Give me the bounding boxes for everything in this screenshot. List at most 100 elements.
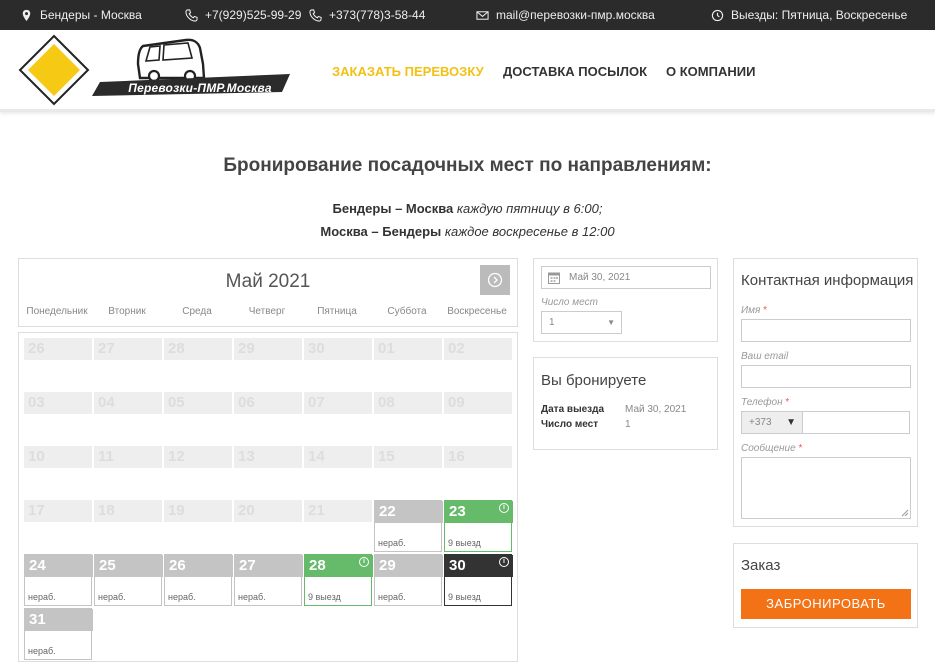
calendar-day[interactable]: 27 нераб. bbox=[234, 554, 303, 606]
email-text: mail@перевозки-пмр.москва bbox=[496, 8, 655, 22]
email-link[interactable]: mail@перевозки-пмр.москва bbox=[476, 0, 655, 30]
message-field[interactable] bbox=[741, 457, 911, 519]
calendar-day: 02 bbox=[444, 338, 512, 390]
book-button[interactable]: ЗАБРОНИРОВАТЬ bbox=[741, 589, 911, 619]
weekday-label: Суббота bbox=[387, 306, 427, 317]
day-number: 06 bbox=[234, 392, 302, 414]
weekday-label: Четверг bbox=[248, 306, 286, 317]
day-number: 07 bbox=[304, 392, 372, 414]
calendar-day[interactable]: 26 нераб. bbox=[164, 554, 233, 606]
summary-date-value: Май 30, 2021 bbox=[625, 404, 687, 415]
day-number: 22 bbox=[375, 501, 443, 523]
calendar-day[interactable]: 22 нераб. bbox=[374, 500, 443, 552]
calendar-day: 11 bbox=[94, 446, 162, 498]
calendar-day[interactable]: 24 нераб. bbox=[24, 554, 93, 606]
day-status: нераб. bbox=[28, 592, 56, 602]
site-logo[interactable]: Перевозки-ПМР.Москва bbox=[18, 34, 290, 110]
calendar-header: Май 2021 Понедельник Вторник Среда Четве… bbox=[18, 258, 518, 327]
day-number: 02 bbox=[444, 338, 512, 360]
day-number: 17 bbox=[24, 500, 92, 522]
calendar-month: Май 2021 bbox=[225, 271, 311, 292]
nav-parcel-delivery[interactable]: ДОСТАВКА ПОСЫЛОК bbox=[503, 30, 647, 112]
calendar-day[interactable]: 23 i 9 выезд bbox=[444, 500, 513, 552]
day-status: 9 выезд bbox=[308, 592, 341, 602]
day-number: 13 bbox=[234, 446, 302, 468]
day-number: 04 bbox=[94, 392, 162, 414]
seats-select[interactable]: 1 ▼ bbox=[541, 311, 622, 334]
phone-label: Телефон * bbox=[741, 397, 790, 408]
nav-order-transport[interactable]: ЗАКАЗАТЬ ПЕРЕВОЗКУ bbox=[332, 30, 484, 112]
day-number: 26 bbox=[24, 338, 92, 360]
phone-icon bbox=[309, 8, 322, 22]
phone-code-select[interactable]: +373 ▼ bbox=[741, 411, 803, 434]
calendar-day: 01 bbox=[374, 338, 442, 390]
day-number: 24 bbox=[25, 555, 93, 577]
phone2-link[interactable]: +373(778)3-58-44 bbox=[309, 0, 425, 30]
info-icon[interactable]: i bbox=[499, 557, 509, 567]
day-number: 12 bbox=[164, 446, 232, 468]
route-info: Бендеры - Москва bbox=[20, 0, 142, 30]
calendar-day: 10 bbox=[24, 446, 92, 498]
calendar-day[interactable]: 30 i 9 выезд bbox=[444, 554, 513, 606]
booking-summary-box: Вы бронируете Дата выезда Май 30, 2021 Ч… bbox=[533, 357, 718, 450]
calendar-day: 30 bbox=[304, 338, 372, 390]
calendar-day[interactable]: 29 нераб. bbox=[374, 554, 443, 606]
weekday-label: Вторник bbox=[108, 306, 146, 317]
calendar-day: 03 bbox=[24, 392, 92, 444]
calendar-day: 09 bbox=[444, 392, 512, 444]
route-schedule: каждую пятницу в 6:00; bbox=[456, 201, 603, 216]
day-status: нераб. bbox=[378, 592, 406, 602]
day-number: 28 bbox=[164, 338, 232, 360]
phone-field[interactable] bbox=[802, 411, 910, 434]
calendar-day[interactable]: 25 нераб. bbox=[94, 554, 163, 606]
date-field-value: Май 30, 2021 bbox=[569, 272, 631, 283]
resize-handle-icon[interactable] bbox=[901, 509, 909, 517]
date-field[interactable]: Май 30, 2021 bbox=[541, 266, 711, 289]
day-status: 9 выезд bbox=[448, 538, 481, 548]
chevron-down-icon: ▼ bbox=[786, 417, 796, 428]
day-number: 31 bbox=[25, 609, 93, 631]
name-field[interactable] bbox=[741, 319, 911, 342]
phone1-text: +7(929)525-99-29 bbox=[205, 8, 302, 22]
day-number: 08 bbox=[374, 392, 442, 414]
day-status: нераб. bbox=[238, 592, 266, 602]
calendar-day[interactable]: 31 нераб. bbox=[24, 608, 93, 660]
calendar-day: 08 bbox=[374, 392, 442, 444]
email-field[interactable] bbox=[741, 365, 911, 388]
day-status: нераб. bbox=[168, 592, 196, 602]
schedule-text: Выезды: Пятница, Воскресенье bbox=[731, 8, 908, 22]
day-number: 01 bbox=[374, 338, 442, 360]
day-number: 27 bbox=[235, 555, 303, 577]
day-status: нераб. bbox=[98, 592, 126, 602]
phone1-link[interactable]: +7(929)525-99-29 bbox=[185, 0, 301, 30]
weekday-label: Пятница bbox=[317, 306, 357, 317]
day-number: 29 bbox=[375, 555, 443, 577]
day-number: 19 bbox=[164, 500, 232, 522]
phone-icon bbox=[185, 8, 198, 22]
calendar-day[interactable]: 28 i 9 выезд bbox=[304, 554, 373, 606]
day-number: 03 bbox=[24, 392, 92, 414]
route-line-2: Москва – Бендеры каждое воскресенье в 12… bbox=[0, 224, 935, 239]
calendar-day: 17 bbox=[24, 500, 92, 552]
location-pin-icon bbox=[22, 9, 31, 21]
day-number: 10 bbox=[24, 446, 92, 468]
envelope-icon bbox=[476, 10, 489, 20]
nav-about[interactable]: О КОМПАНИИ bbox=[666, 30, 755, 112]
calendar-day: 28 bbox=[164, 338, 232, 390]
day-status: нераб. bbox=[28, 646, 56, 656]
calendar-day: 14 bbox=[304, 446, 372, 498]
schedule-info: Выезды: Пятница, Воскресенье bbox=[711, 0, 907, 30]
calendar-grid: 26 27 28 29 30 01 02 03 04 05 06 07 08 09 10 11 12 13 14 15… bbox=[18, 332, 518, 662]
route-text: Бендеры - Москва bbox=[40, 8, 142, 22]
info-icon[interactable]: i bbox=[499, 503, 509, 513]
chevron-right-circle-icon bbox=[487, 272, 503, 288]
order-title: Заказ bbox=[741, 557, 781, 574]
top-bar: Бендеры - Москва +7(929)525-99-29 +373(7… bbox=[0, 0, 935, 30]
road-sign-van-logo bbox=[18, 34, 290, 106]
seats-select-value: 1 bbox=[549, 317, 555, 328]
info-icon[interactable]: i bbox=[359, 557, 369, 567]
calendar-day: 07 bbox=[304, 392, 372, 444]
phone2-text: +373(778)3-58-44 bbox=[329, 8, 426, 22]
logo-text: Перевозки-ПМР.Москва bbox=[128, 81, 272, 95]
next-month-button[interactable] bbox=[480, 265, 510, 295]
